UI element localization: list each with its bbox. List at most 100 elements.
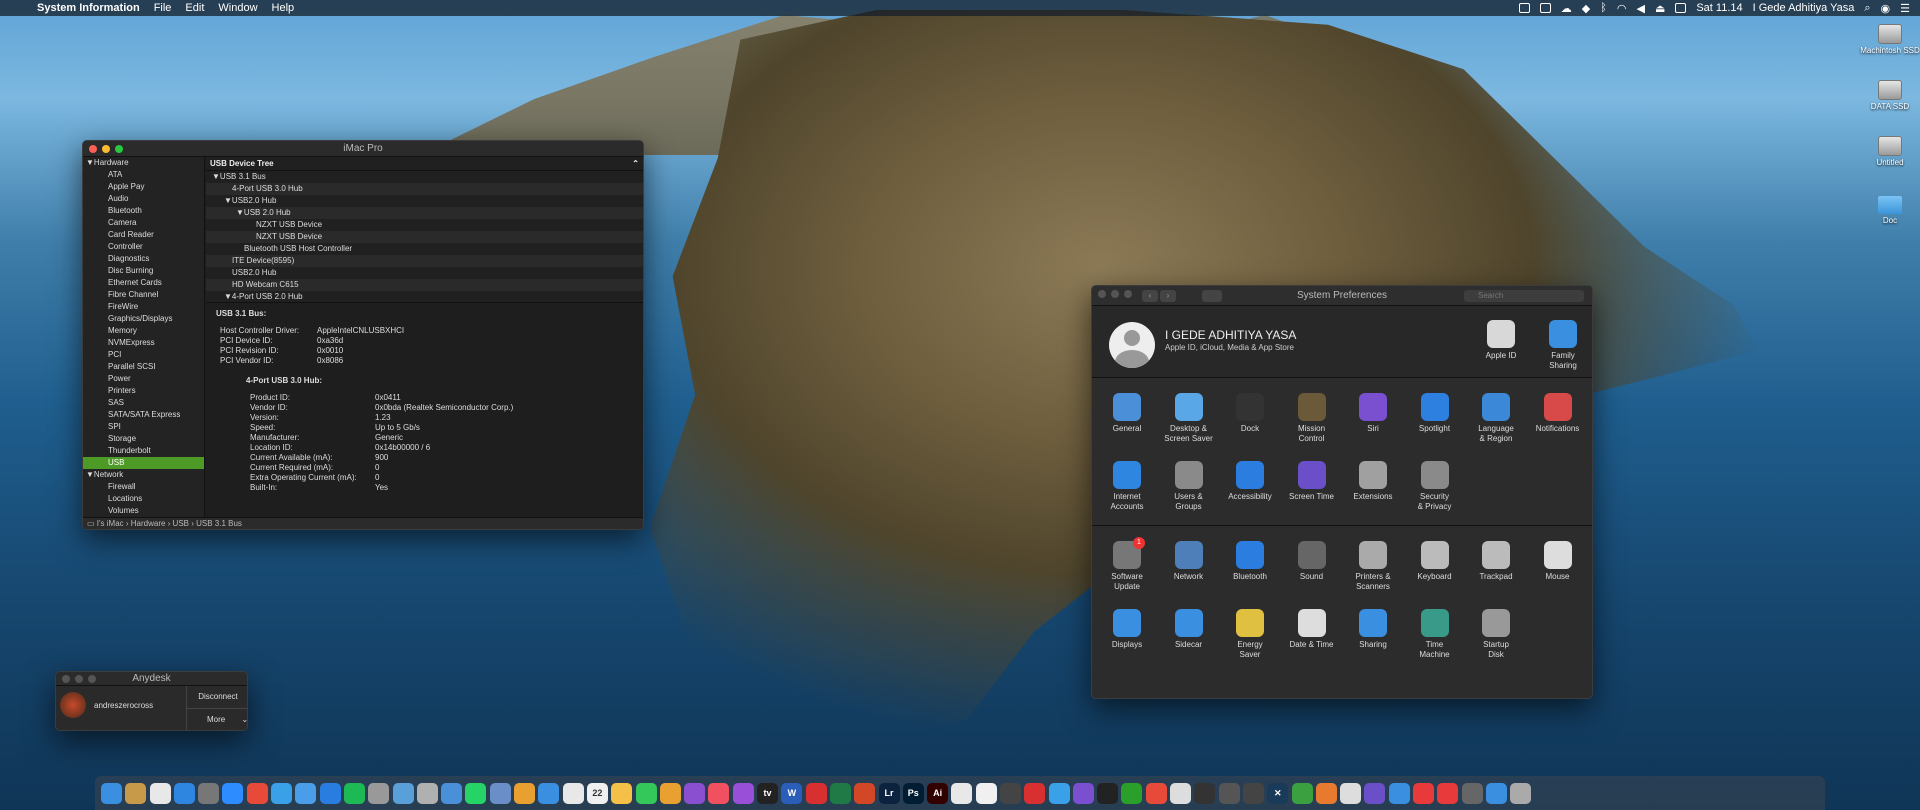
menu-window[interactable]: Window: [211, 2, 264, 14]
disclosure-triangle-icon[interactable]: ▼: [212, 172, 220, 181]
show-all-grid-icon[interactable]: [1202, 290, 1222, 302]
dock-preview-icon[interactable]: [441, 782, 463, 804]
sidebar-item-pci[interactable]: PCI: [83, 349, 204, 361]
pref-family-sharing[interactable]: Family Sharing: [1532, 320, 1592, 371]
dock-screen1-icon[interactable]: [1413, 782, 1435, 804]
sidebar-group-hardware[interactable]: ▼Hardware: [83, 157, 204, 169]
tree-row[interactable]: NZXT USB Device: [206, 219, 643, 231]
dock-excel-icon[interactable]: [829, 782, 851, 804]
disclosure-triangle-icon[interactable]: ▼: [224, 292, 232, 301]
pref-date-time[interactable]: Date & Time: [1281, 609, 1343, 650]
dock-photoshop-icon[interactable]: Ps: [902, 782, 924, 804]
sidebar-item-usb[interactable]: USB: [83, 457, 204, 469]
tree-row[interactable]: 4-Port USB 3.0 Hub: [206, 183, 643, 195]
sidebar-item-volumes[interactable]: Volumes: [83, 505, 204, 517]
pref-mission-control[interactable]: Mission Control: [1281, 393, 1343, 444]
display-status-icon[interactable]: [1675, 3, 1687, 13]
dock-affinity-icon[interactable]: [1048, 782, 1070, 804]
dock-archive-icon[interactable]: [416, 782, 438, 804]
disclosure-triangle-icon[interactable]: ▼: [224, 196, 232, 205]
dock-volleyball-icon[interactable]: [975, 782, 997, 804]
sort-chevron-icon[interactable]: ⌃: [632, 157, 639, 170]
desktop-drive-data[interactable]: DATA SSD: [1860, 80, 1920, 111]
sidebar-item-ethernet-cards[interactable]: Ethernet Cards: [83, 277, 204, 289]
sidebar-item-firewall[interactable]: Firewall: [83, 481, 204, 493]
dock-system-prefs-icon[interactable]: [198, 782, 220, 804]
tree-row[interactable]: ▼4-Port USB 2.0 Hub: [206, 291, 643, 302]
sidebar-item-audio[interactable]: Audio: [83, 193, 204, 205]
dock-affinity-photo-icon[interactable]: [1072, 782, 1094, 804]
pref-general[interactable]: General: [1096, 393, 1158, 434]
sidebar-item-card-reader[interactable]: Card Reader: [83, 229, 204, 241]
dock-trash-icon[interactable]: [1510, 782, 1532, 804]
tree-row[interactable]: Bluetooth USB Host Controller: [206, 243, 643, 255]
dock-qbittorrent-icon[interactable]: [1121, 782, 1143, 804]
dock-lightroom-icon[interactable]: Lr: [878, 782, 900, 804]
dock-finder-icon[interactable]: [101, 782, 122, 804]
pref-accessibility[interactable]: Accessibility: [1219, 461, 1281, 502]
sidebar-item-spi[interactable]: SPI: [83, 421, 204, 433]
search-input[interactable]: Search: [1464, 290, 1584, 302]
dock-car3-icon[interactable]: [1242, 782, 1264, 804]
dock-launchpad-icon[interactable]: [489, 782, 511, 804]
minimize-button[interactable]: [102, 145, 110, 153]
pref-screen-time[interactable]: Screen Time: [1281, 461, 1343, 502]
dock-notes-app-icon[interactable]: [125, 782, 147, 804]
dock-trello-icon[interactable]: [319, 782, 341, 804]
dock-acrobat-icon[interactable]: [805, 782, 827, 804]
desktop-folder-doc[interactable]: Doc: [1860, 196, 1920, 225]
zoom-button[interactable]: [1124, 290, 1132, 298]
dock-media-player-icon[interactable]: [149, 782, 171, 804]
pref-software-update[interactable]: 1 Software Update: [1096, 537, 1158, 592]
sidebar-item-camera[interactable]: Camera: [83, 217, 204, 229]
dock-fcpx-icon[interactable]: [999, 782, 1021, 804]
pref-spotlight[interactable]: Spotlight: [1404, 393, 1466, 434]
dock-bartender-icon[interactable]: [1170, 782, 1192, 804]
dock-tweetbot-icon[interactable]: [271, 782, 293, 804]
tree-row[interactable]: ▼USB2.0 Hub: [206, 195, 643, 207]
pref-desktop-screen-saver[interactable]: Desktop & Screen Saver: [1158, 393, 1220, 444]
pref-notifications[interactable]: Notifications: [1527, 393, 1589, 434]
sidebar-item-locations[interactable]: Locations: [83, 493, 204, 505]
pref-internet-accounts[interactable]: Internet Accounts: [1096, 461, 1158, 512]
disclosure-triangle-icon[interactable]: ▼: [236, 208, 244, 217]
zoom-button[interactable]: [115, 145, 123, 153]
forward-button[interactable]: ›: [1160, 290, 1176, 302]
tree-row[interactable]: ▼USB 2.0 Hub: [206, 207, 643, 219]
minimize-button[interactable]: [75, 675, 83, 683]
menu-app-name[interactable]: System Information: [30, 2, 147, 14]
dock-car1-icon[interactable]: [1194, 782, 1216, 804]
dock-app-store-icon[interactable]: [173, 782, 195, 804]
dock-messages-icon[interactable]: [635, 782, 657, 804]
sidebar-item-printers[interactable]: Printers: [83, 385, 204, 397]
window-titlebar[interactable]: iMac Pro: [83, 141, 643, 157]
tree-row[interactable]: ▼USB 3.1 Bus: [206, 171, 643, 183]
pref-time-machine[interactable]: Time Machine: [1404, 609, 1466, 660]
pref-security-privacy[interactable]: Security & Privacy: [1404, 461, 1466, 512]
pref-bluetooth[interactable]: Bluetooth: [1219, 541, 1281, 582]
tree-row[interactable]: HD Webcam C615: [206, 279, 643, 291]
status-icon-1[interactable]: [1518, 3, 1530, 13]
volume-icon[interactable]: ◀: [1636, 2, 1644, 15]
menu-file[interactable]: File: [147, 2, 179, 14]
disclosure-triangle-icon[interactable]: ▼: [86, 470, 94, 479]
dock-paw-icon[interactable]: [514, 782, 536, 804]
dock-illustrator-icon[interactable]: Ai: [927, 782, 949, 804]
dock-safari-icon[interactable]: [538, 782, 560, 804]
dock-downloads-icon[interactable]: [1485, 782, 1507, 804]
zoom-button[interactable]: [88, 675, 96, 683]
user-menu[interactable]: I Gede Adhitiya Yasa: [1753, 2, 1855, 14]
dock-pdf-app-icon[interactable]: [1024, 782, 1046, 804]
cloud-status-icon[interactable]: ☁: [1561, 2, 1572, 15]
sidebar-item-parallel-scsi[interactable]: Parallel SCSI: [83, 361, 204, 373]
dock-silhouette-icon[interactable]: [1461, 782, 1483, 804]
dock-cloud-app-icon[interactable]: [295, 782, 317, 804]
pref-dock[interactable]: Dock: [1219, 393, 1281, 434]
dock-podcasts-icon[interactable]: [732, 782, 754, 804]
dock-airdrop-icon[interactable]: [1388, 782, 1410, 804]
tree-row[interactable]: ITE Device(8595): [206, 255, 643, 267]
sidebar-item-storage[interactable]: Storage: [83, 433, 204, 445]
pref-apple-id[interactable]: Apple ID: [1470, 320, 1532, 361]
siri-icon[interactable]: ◉: [1881, 2, 1891, 15]
status-icon-2[interactable]: [1539, 3, 1551, 13]
